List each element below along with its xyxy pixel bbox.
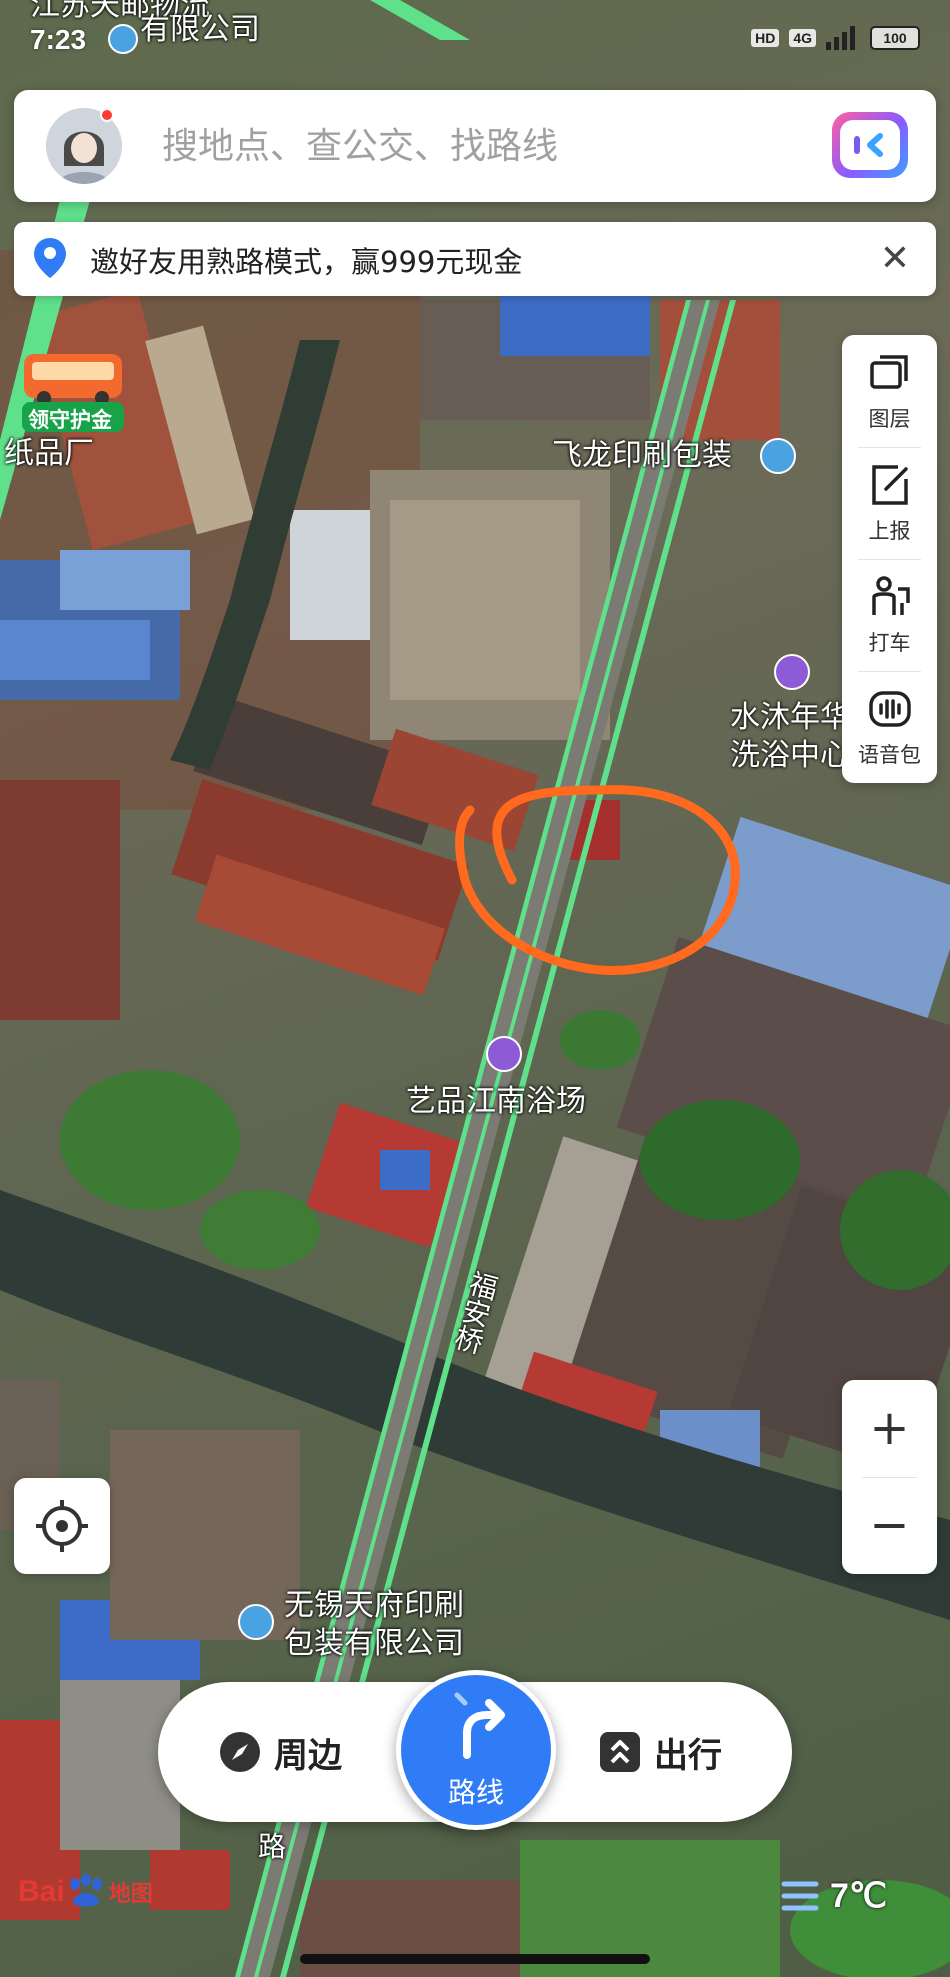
nearby-button[interactable]: 周边 — [218, 1682, 342, 1822]
search-bar[interactable] — [14, 90, 936, 202]
promo-text: 邀好友用熟路模式，赢999元现金 — [90, 245, 523, 279]
home-indicator[interactable] — [300, 1954, 650, 1964]
map-label-tianfu-line1[interactable]: 无锡天府印刷 — [284, 1588, 464, 1624]
route-label: 路线 — [447, 1776, 504, 1809]
temperature: 7℃ — [830, 1877, 888, 1915]
map-label-feilong[interactable]: 飞龙印刷包装 — [552, 438, 732, 474]
poi-marker-feilong[interactable] — [760, 438, 796, 474]
tool-label: 图层 — [868, 407, 911, 431]
tool-taxi[interactable]: 打车 — [842, 559, 937, 671]
guardian-gold-label: 领守护金 — [28, 408, 112, 432]
signal-icon — [826, 26, 860, 50]
tool-report[interactable]: 上报 — [842, 447, 937, 559]
poi-marker-bath[interactable] — [774, 654, 810, 690]
zoom-out-button[interactable]: − — [842, 1477, 937, 1574]
weather-widget[interactable]: 7℃ — [780, 1876, 887, 1916]
status-icons: HD 4G 100 — [751, 26, 920, 50]
route-button[interactable]: 路线 — [396, 1670, 556, 1830]
haze-icon — [781, 1881, 819, 1911]
crosshair-icon — [36, 1500, 88, 1552]
map-tools-panel: 图层 上报 打车 语音包 — [842, 335, 937, 783]
notification-dot — [100, 108, 114, 122]
search-input[interactable] — [162, 118, 682, 174]
tool-voice-pack[interactable]: 语音包 — [842, 671, 937, 783]
tool-label: 打车 — [868, 631, 911, 655]
nearby-label: 周边 — [274, 1735, 342, 1776]
close-icon[interactable]: ✕ — [868, 232, 922, 286]
brand-text-en: Bai — [18, 1875, 65, 1908]
tool-layers[interactable]: 图层 — [842, 335, 937, 447]
map-label-road-bottom: 路 — [258, 1830, 287, 1863]
travel-button[interactable]: 出行 — [598, 1682, 722, 1822]
compass-icon — [220, 1732, 260, 1772]
status-bar: 7:23 HD 4G 100 — [0, 0, 950, 80]
location-pin-icon — [32, 236, 68, 284]
travel-label: 出行 — [654, 1735, 722, 1776]
report-edit-icon — [872, 465, 908, 505]
brand-text-cn: 地图 — [108, 1882, 153, 1907]
map-label-tianfu-line2[interactable]: 包装有限公司 — [284, 1626, 464, 1662]
poi-marker-yipin[interactable] — [486, 1036, 522, 1072]
voice-pack-icon — [869, 691, 911, 727]
hd-badge: HD — [751, 29, 780, 47]
route-arrow-icon — [454, 1692, 505, 1759]
paw-icon — [69, 1874, 102, 1907]
layers-icon — [870, 355, 908, 389]
map-label-paper-factory[interactable]: 纸品厂 — [4, 436, 94, 472]
taxi-person-icon — [872, 576, 910, 615]
ai-assistant-icon[interactable] — [832, 112, 908, 178]
locate-me-button[interactable] — [14, 1478, 110, 1574]
map-label-bath-line2[interactable]: 洗浴中心 — [730, 738, 850, 774]
zoom-in-button[interactable]: + — [842, 1380, 937, 1477]
promo-banner[interactable]: 邀好友用熟路模式，赢999元现金 ✕ — [14, 222, 936, 296]
tool-label: 语音包 — [858, 743, 921, 767]
zoom-control: + − — [842, 1380, 937, 1574]
poi-marker-tianfu[interactable] — [238, 1604, 274, 1640]
battery-icon: 100 — [870, 26, 920, 50]
guardian-gold-badge[interactable]: 领守护金 — [18, 350, 128, 436]
status-time: 7:23 — [30, 24, 87, 55]
map-label-bath-line1[interactable]: 水沐年华 — [730, 700, 850, 736]
tool-label: 上报 — [868, 519, 911, 543]
network-badge: 4G — [789, 29, 816, 47]
map-label-yipin[interactable]: 艺品江南浴场 — [406, 1084, 586, 1120]
baidu-map-logo: Bai 地图 — [18, 1874, 153, 1910]
travel-chevrons-icon — [600, 1732, 640, 1772]
